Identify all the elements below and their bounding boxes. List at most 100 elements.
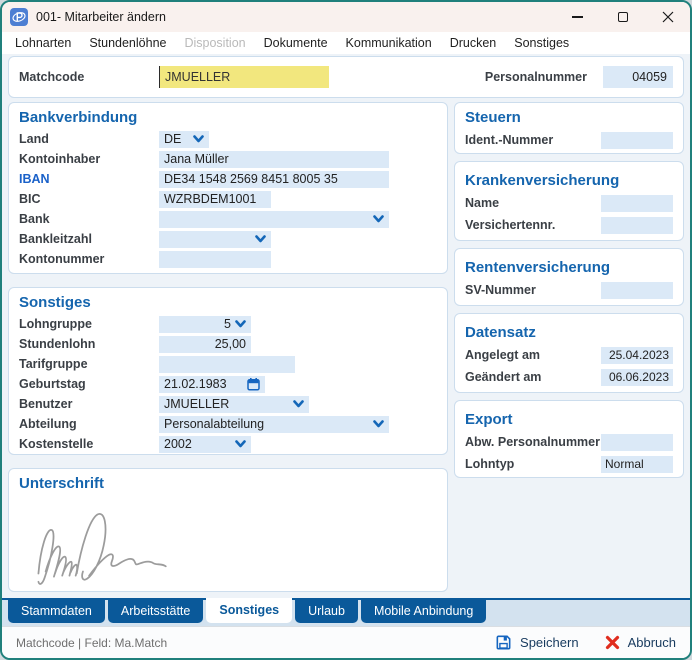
tab-urlaub[interactable]: Urlaub [295, 600, 358, 623]
content-area: Matchcode JMUELLER Personalnummer 04059 … [2, 54, 690, 598]
sv-nummer-input[interactable] [601, 282, 673, 299]
menu-item-lohnarten[interactable]: Lohnarten [6, 32, 80, 54]
calendar-icon[interactable] [247, 377, 260, 391]
minimize-button[interactable] [555, 2, 600, 32]
bank-label: Bank [19, 212, 159, 226]
kv-name-input[interactable] [601, 195, 673, 212]
abw-personalnummer-label: Abw. Personalnummer [465, 435, 601, 449]
sv-nummer-label: SV-Nummer [465, 283, 601, 297]
chevron-down-icon[interactable] [255, 235, 266, 243]
field-row-versichertennr: Versichertennr. [455, 214, 683, 236]
chevron-down-icon[interactable] [373, 215, 384, 223]
stundenlohn-input[interactable]: 25,00 [159, 336, 251, 353]
benutzer-label: Benutzer [19, 397, 159, 411]
field-row-bankleitzahl: Bankleitzahl [9, 229, 447, 249]
geaendert-am-label: Geändert am [465, 370, 601, 384]
field-row-ident-nummer: Ident.-Nummer [455, 129, 683, 151]
lohntyp-label: Lohntyp [465, 457, 601, 471]
save-label: Speichern [520, 635, 579, 650]
panel-title-datensatz: Datensatz [465, 322, 683, 344]
title-bar: 001- Mitarbeiter ändern [2, 2, 690, 32]
lohngruppe-value: 5 [224, 317, 231, 331]
field-row-land: Land DE [9, 129, 447, 149]
tab-arbeitsstaette[interactable]: Arbeitsstätte [108, 600, 203, 623]
field-row-tarifgruppe: Tarifgruppe [9, 354, 447, 374]
panel-title-export: Export [465, 409, 683, 431]
chevron-down-icon[interactable] [373, 420, 384, 428]
panel-rentenversicherung: Rentenversicherung SV-Nummer [454, 248, 684, 306]
cancel-button[interactable]: Abbruch [605, 635, 676, 650]
field-row-geburtstag: Geburtstag 21.02.1983 [9, 374, 447, 394]
chevron-down-icon[interactable] [293, 400, 304, 408]
lohngruppe-dropdown[interactable]: 5 [159, 316, 251, 333]
land-value: DE [164, 132, 181, 146]
geburtstag-input[interactable]: 21.02.1983 [159, 376, 265, 393]
field-row-iban: IBAN DE34 1548 2569 8451 8005 35 [9, 169, 447, 189]
tab-bar: Stammdaten Arbeitsstätte Sonstiges Urlau… [2, 598, 690, 626]
kostenstelle-value: 2002 [164, 437, 192, 451]
geaendert-am-field: 06.06.2023 [601, 369, 673, 386]
land-dropdown[interactable]: DE [159, 131, 209, 148]
field-row-kontonummer: Kontonummer [9, 249, 447, 269]
menu-item-sonstiges[interactable]: Sonstiges [505, 32, 578, 54]
panel-title-unterschrift: Unterschrift [19, 473, 447, 495]
app-window: 001- Mitarbeiter ändern Lohnarten Stunde… [0, 0, 692, 660]
bic-input[interactable]: WZRBDEM1001 [159, 191, 271, 208]
tarifgruppe-label: Tarifgruppe [19, 357, 159, 371]
close-icon [662, 11, 674, 23]
kv-name-label: Name [465, 196, 601, 210]
abw-personalnummer-input[interactable] [601, 434, 673, 451]
panel-title-rentenversicherung: Rentenversicherung [465, 257, 683, 279]
tab-sonstiges[interactable]: Sonstiges [206, 598, 292, 623]
field-row-kontoinhaber: Kontoinhaber Jana Müller [9, 149, 447, 169]
angelegt-am-label: Angelegt am [465, 348, 601, 362]
signature-image [19, 499, 209, 587]
geburtstag-label: Geburtstag [19, 377, 159, 391]
personalnummer-label: Personalnummer [485, 70, 587, 84]
cancel-label: Abbruch [628, 635, 676, 650]
bankleitzahl-label: Bankleitzahl [19, 232, 159, 246]
kontonummer-label: Kontonummer [19, 252, 159, 266]
iban-input[interactable]: DE34 1548 2569 8451 8005 35 [159, 171, 389, 188]
ident-nummer-input[interactable] [601, 132, 673, 149]
panel-bankverbindung: Bankverbindung Land DE Kontoinhaber Jana… [8, 102, 448, 274]
kontoinhaber-input[interactable]: Jana Müller [159, 151, 389, 168]
field-row-kostenstelle: Kostenstelle 2002 [9, 434, 447, 454]
bank-dropdown[interactable] [159, 211, 389, 228]
versichertennr-input[interactable] [601, 217, 673, 234]
kontoinhaber-label: Kontoinhaber [19, 152, 159, 166]
tarifgruppe-input[interactable] [159, 356, 295, 373]
personalnummer-field[interactable]: 04059 [603, 66, 673, 88]
kontonummer-input[interactable] [159, 251, 271, 268]
kostenstelle-label: Kostenstelle [19, 437, 159, 451]
menu-item-drucken[interactable]: Drucken [441, 32, 506, 54]
menu-item-dokumente[interactable]: Dokumente [255, 32, 337, 54]
lohntyp-field[interactable]: Normal [601, 456, 673, 473]
benutzer-dropdown[interactable]: JMUELLER [159, 396, 309, 413]
geburtstag-value: 21.02.1983 [164, 377, 227, 391]
field-row-lohngruppe: Lohngruppe 5 [9, 314, 447, 334]
field-row-sv-nummer: SV-Nummer [455, 279, 683, 301]
chevron-down-icon[interactable] [235, 320, 246, 328]
close-button[interactable] [645, 2, 690, 32]
tab-mobile-anbindung[interactable]: Mobile Anbindung [361, 600, 486, 623]
stundenlohn-label: Stundenlohn [19, 337, 159, 351]
save-floppy-icon [495, 634, 512, 651]
abteilung-dropdown[interactable]: Personalabteilung [159, 416, 389, 433]
abteilung-value: Personalabteilung [164, 417, 264, 431]
chevron-down-icon[interactable] [193, 135, 204, 143]
bankleitzahl-dropdown[interactable] [159, 231, 271, 248]
panel-krankenversicherung: Krankenversicherung Name Versichertennr. [454, 161, 684, 241]
save-button[interactable]: Speichern [495, 634, 579, 651]
menu-item-stundenloehne[interactable]: Stundenlöhne [80, 32, 175, 54]
field-row-bic: BIC WZRBDEM1001 [9, 189, 447, 209]
panel-title-bankverbindung: Bankverbindung [19, 107, 447, 129]
matchcode-input[interactable]: JMUELLER [159, 66, 329, 88]
kostenstelle-dropdown[interactable]: 2002 [159, 436, 251, 453]
tab-stammdaten[interactable]: Stammdaten [8, 600, 105, 623]
chevron-down-icon[interactable] [235, 440, 246, 448]
maximize-button[interactable] [600, 2, 645, 32]
panel-unterschrift: Unterschrift [8, 468, 448, 592]
menu-item-kommunikation[interactable]: Kommunikation [337, 32, 441, 54]
matchcode-strip: Matchcode JMUELLER Personalnummer 04059 [8, 56, 684, 98]
